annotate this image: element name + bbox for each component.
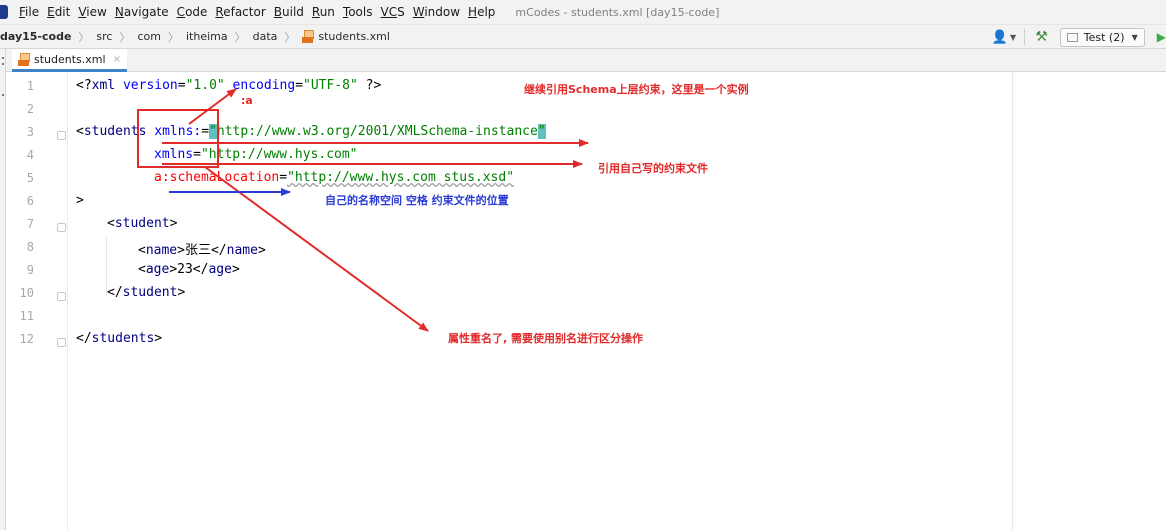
tab-label: students.xml [34,52,106,66]
code-editor[interactable]: <?xml version="1.0" encoding="UTF-8" ?> … [68,72,1166,530]
breadcrumb-separator-icon: 〉 [119,30,131,44]
menu-navigate[interactable]: Navigate [115,5,169,19]
chevron-down-icon[interactable]: ▼ [1010,33,1016,42]
breadcrumb-itheima[interactable]: itheima [186,30,228,43]
line-number: 6 [26,194,34,208]
menu-help[interactable]: Help [468,5,495,19]
breadcrumb-separator-icon: 〉 [234,30,246,44]
line-number: 1 [26,79,34,93]
close-icon[interactable]: × [113,54,121,65]
brace-match-highlight: " [537,124,546,139]
menu-refactor[interactable]: Refactor [215,5,265,19]
build-hammer-icon[interactable]: ⚒ [1035,29,1048,45]
annotation-alias-note: 属性重名了, 需要使用别名进行区分操作 [448,332,644,345]
chevron-down-icon: ▼ [1131,32,1138,42]
annotation-schema-note: 继续引用Schema上层约束，这里是一个实例 [524,83,749,96]
menu-window[interactable]: Window [413,5,460,19]
annotation-own-schema-note: 引用自己写的约束文件 [598,162,708,175]
breadcrumb-project[interactable]: day15-code [0,30,71,43]
breadcrumb-file[interactable]: students.xml [302,30,390,43]
code-line-10: </student> [107,285,186,300]
fold-marker-icon[interactable] [57,292,66,301]
code-line-9: <age>23</age> [138,262,240,277]
menu-run[interactable]: Run [312,5,335,19]
menu-build[interactable]: Build [274,5,304,19]
breadcrumb-file-label: students.xml [318,30,390,43]
line-number: 11 [19,309,34,323]
code-line-7: <student> [107,216,178,231]
window-title: mCodes - students.xml [day15-code] [515,5,720,19]
line-number: 8 [26,240,34,254]
menu-view[interactable]: View [78,5,106,19]
run-play-icon[interactable]: ▶ [1157,30,1166,44]
annotation-namespace-note: 自己的名称空间 空格 约束文件的位置 [325,194,509,207]
menu-code[interactable]: Code [177,5,208,19]
editor-tab-bar: students.xml × [6,49,1166,72]
run-configuration-label: Test (2) [1083,30,1125,44]
strip-dot [2,57,4,59]
breadcrumb-separator-icon: 〉 [284,30,296,44]
run-config-icon [1066,32,1078,42]
line-number: 3 [26,125,34,139]
toolbar-right: 👤 ▼ ⚒ Test (2) ▼ ▶ [992,25,1166,49]
fold-marker-icon[interactable] [57,223,66,232]
right-margin-guide [1012,72,1013,530]
menu-edit[interactable]: Edit [47,5,70,19]
code-line-8: <name>张三</name> [138,243,266,258]
brace-match-highlight: " [209,124,217,139]
code-line-1: <?xml version="1.0" encoding="UTF-8" ?> [76,78,382,93]
code-line-6: > [76,193,84,208]
intellij-logo-icon [0,5,8,19]
breadcrumb-separator-icon: 〉 [167,30,179,44]
line-number: 2 [26,102,34,116]
line-number: 10 [19,286,34,300]
navigation-bar: day15-code 〉 src 〉 com 〉 itheima 〉 data … [0,24,1166,49]
code-line-3: <students xmlns:="http://www.w3.org/2001… [76,124,546,139]
fold-marker-icon[interactable] [57,338,66,347]
toolbar-divider [1024,29,1026,45]
tab-students-xml[interactable]: students.xml × [12,49,127,72]
code-line-4: xmlns="http://www.hys.com" [154,147,358,162]
line-number: 7 [26,217,34,231]
menu-vcs[interactable]: VCS [381,5,405,19]
annotation-alias-label: :a [241,94,253,107]
menu-tools[interactable]: Tools [343,5,373,19]
line-number-gutter: 1 2 3 4 5 6 7 8 9 10 11 12 [6,72,68,530]
user-icon[interactable]: 👤 [992,30,1008,45]
line-number: 12 [19,332,34,346]
breadcrumb-src[interactable]: src [96,30,112,43]
breadcrumb-com[interactable]: com [137,30,161,43]
fold-marker-icon[interactable] [57,131,66,140]
code-line-5: a:schemaLocation="http://www.hys.com stu… [154,170,515,185]
line-number: 5 [26,171,34,185]
line-number: 9 [26,263,34,277]
xml-file-icon [18,52,31,66]
menu-file[interactable]: File [19,5,39,19]
breadcrumb-data[interactable]: data [253,30,278,43]
breadcrumb-separator-icon: 〉 [78,30,90,44]
strip-dot [2,63,4,65]
xml-file-icon [302,30,315,43]
menu-bar: File Edit View Navigate Code Refactor Bu… [0,0,1166,24]
line-number: 4 [26,148,34,162]
run-configuration-select[interactable]: Test (2) ▼ [1059,27,1145,47]
strip-dot [2,94,4,96]
code-line-12: </students> [76,331,163,346]
